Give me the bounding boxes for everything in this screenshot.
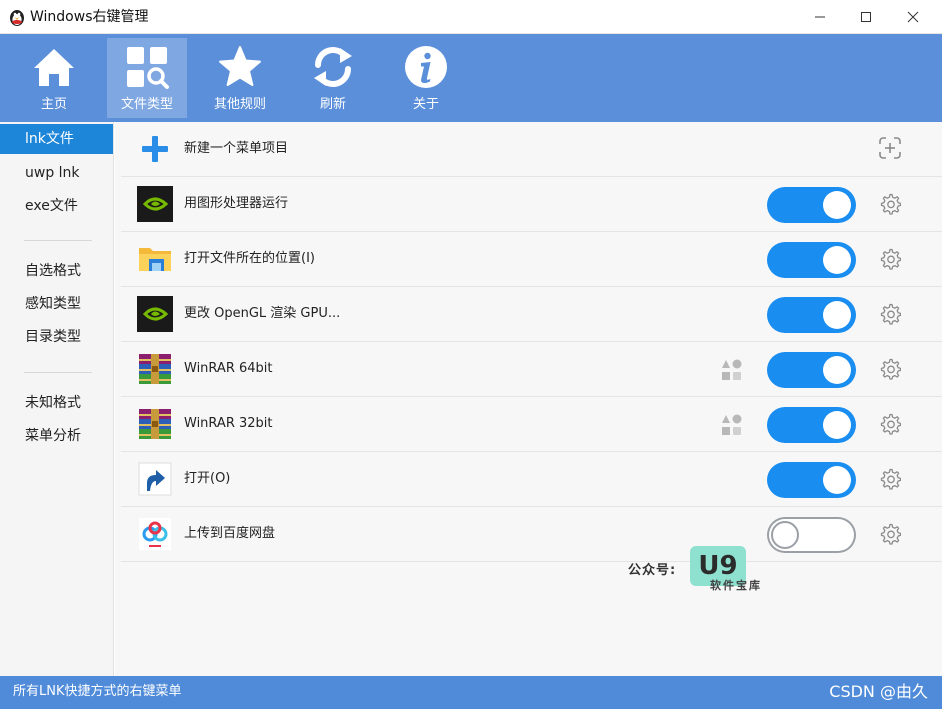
toolbar-refresh-label: 刷新 [319,97,346,112]
menu-item-row[interactable]: 用图形处理器运行 [121,177,942,232]
gear-icon[interactable] [879,413,902,435]
star-icon [217,44,263,90]
toolbar-home-label: 主页 [40,97,67,112]
minimize-icon[interactable] [797,0,843,34]
status-text: 所有LNK快捷方式的右键菜单 [13,684,182,699]
plus-icon [137,131,173,167]
menu-item-label: 打开文件所在的位置(I) [184,251,315,266]
menu-item-row[interactable]: 上传到百度网盘 [121,507,942,562]
sidebar-item-custom-format[interactable]: 自选格式 [0,256,113,286]
file-type-search-icon [124,44,170,90]
enable-toggle[interactable] [767,242,856,278]
enable-toggle[interactable] [767,297,856,333]
menu-item-label: 上传到百度网盘 [184,526,276,541]
menu-item-row[interactable]: 打开文件所在的位置(I) [121,232,942,287]
sidebar-item-lnk[interactable]: lnk文件 [0,124,113,154]
folder-icon [137,241,173,277]
toggle-knob [823,246,851,274]
shapes-icon [720,413,744,437]
close-icon[interactable] [890,0,936,34]
nvidia-icon [137,296,173,332]
sidebar-item-uwp-lnk[interactable]: uwp lnk [0,158,113,188]
toolbar-refresh-button[interactable]: 刷新 [293,38,373,118]
watermark-label: 公众号: [628,563,677,578]
enable-toggle[interactable] [767,407,856,443]
toolbar-about-label: 关于 [412,97,439,112]
menu-item-label: 打开(O) [184,471,231,486]
sidebar-item-unknown-format[interactable]: 未知格式 [0,388,113,418]
sidebar-item-menu-analysis[interactable]: 菜单分析 [0,421,113,451]
window-title: Windows右键管理 [30,9,149,25]
enable-toggle[interactable] [767,352,856,388]
new-menu-item-row[interactable]: 新建一个菜单项目 [121,122,942,177]
toolbar-about-button[interactable]: 关于 [386,38,466,118]
gear-icon[interactable] [879,523,902,545]
enable-toggle[interactable] [767,462,856,498]
nvidia-icon [137,186,173,222]
status-bar: 所有LNK快捷方式的右键菜单 CSDN @由久 [0,676,942,709]
toolbar-file-type-button[interactable]: 文件类型 [107,38,187,118]
winrar-icon [137,351,173,387]
menu-item-label: WinRAR 64bit [184,361,273,376]
sidebar-divider [24,240,92,241]
gear-icon[interactable] [879,358,902,380]
sidebar-item-exe[interactable]: exe文件 [0,191,113,221]
new-menu-item-label: 新建一个菜单项目 [184,141,289,156]
home-icon [31,44,77,90]
main-toolbar: 主页 文件类型 其他规则 刷新 关于 [0,34,942,122]
sidebar: lnk文件 uwp lnk exe文件 自选格式 感知类型 目录类型 未知格式 … [0,122,114,676]
toggle-knob [823,466,851,494]
menu-item-label: 用图形处理器运行 [184,196,289,211]
menu-item-list: 新建一个菜单项目 用图形处理器运行 打开文件所在的位置(I) 更改 OpenGL… [115,122,942,676]
add-circle-icon[interactable] [878,136,902,160]
watermark-subtitle: 软件宝库 [710,579,762,592]
shortcut-arrow-icon [137,461,173,497]
toggle-knob [823,356,851,384]
sidebar-divider [24,372,92,373]
toggle-knob [823,301,851,329]
gear-icon[interactable] [879,248,902,270]
sidebar-item-directory-type[interactable]: 目录类型 [0,322,113,352]
toggle-knob [823,191,851,219]
info-icon [403,44,449,90]
toolbar-home-button[interactable]: 主页 [14,38,94,118]
sidebar-item-perceived-type[interactable]: 感知类型 [0,289,113,319]
menu-item-row[interactable]: WinRAR 32bit [121,397,942,452]
refresh-icon [310,44,356,90]
status-right-text: CSDN @由久 [829,682,928,701]
gear-icon[interactable] [879,303,902,325]
maximize-icon[interactable] [843,0,889,34]
toggle-knob [823,411,851,439]
menu-item-row[interactable]: 更改 OpenGL 渲染 GPU... [121,287,942,342]
menu-item-row[interactable]: WinRAR 64bit [121,342,942,397]
gear-icon[interactable] [879,468,902,490]
title-bar: Windows右键管理 [0,0,942,34]
baidu-netdisk-icon [137,516,173,552]
enable-toggle[interactable] [767,187,856,223]
gear-icon[interactable] [879,193,902,215]
enable-toggle[interactable] [767,517,856,553]
menu-item-label: WinRAR 32bit [184,416,273,431]
toolbar-file-type-label: 文件类型 [120,97,173,112]
penguin-app-icon [8,8,26,26]
winrar-icon [137,406,173,442]
toggle-knob [771,521,799,549]
toolbar-other-rules-button[interactable]: 其他规则 [200,38,280,118]
menu-item-label: 更改 OpenGL 渲染 GPU... [184,306,341,321]
shapes-icon [720,358,744,382]
menu-item-row[interactable]: 打开(O) [121,452,942,507]
toolbar-other-rules-label: 其他规则 [213,97,266,112]
watermark: 公众号: U9 软件宝库 [628,546,778,595]
